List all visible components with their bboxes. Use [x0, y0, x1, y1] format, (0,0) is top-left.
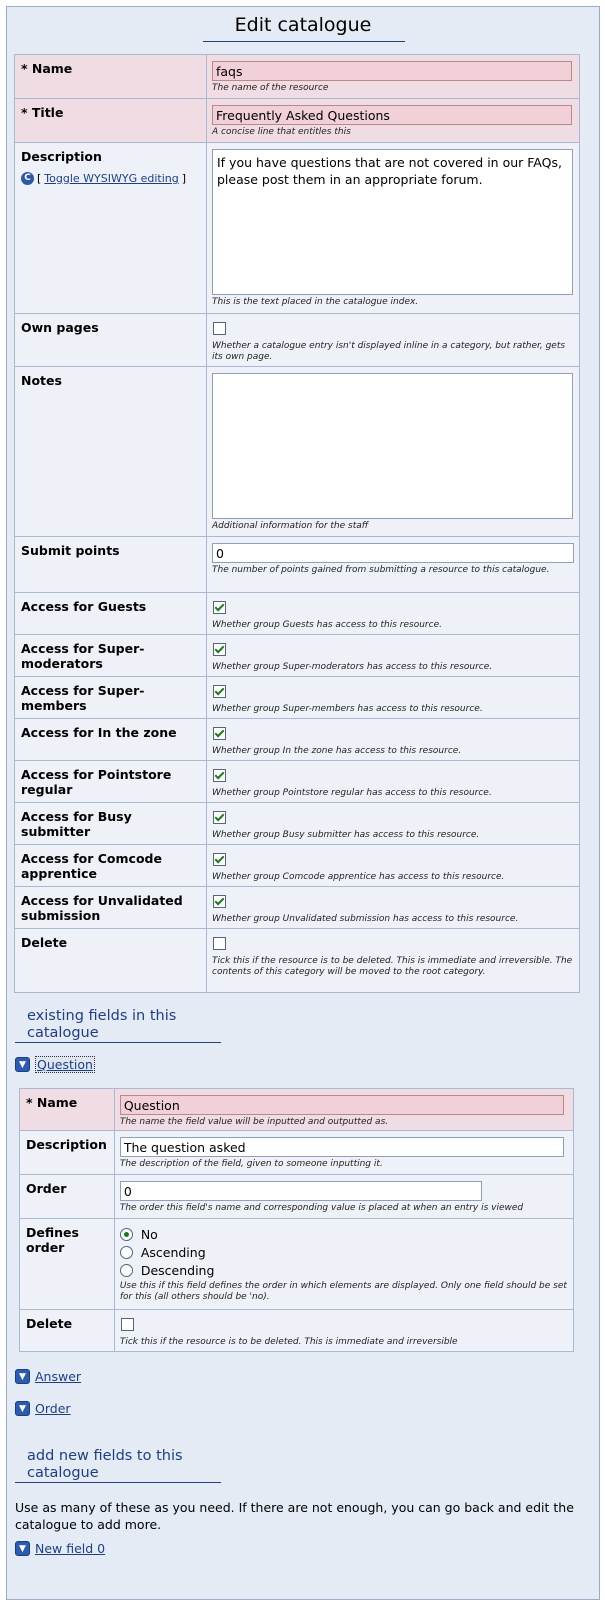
- radio-ascending[interactable]: Ascending: [119, 1243, 569, 1261]
- access-label: Access for Busy submitter: [14, 802, 207, 845]
- access-desc: Whether group Pointstore regular has acc…: [212, 788, 492, 798]
- toggle-wysiwyg-link[interactable]: Toggle WYSIWYG editing: [44, 172, 178, 185]
- notes-desc: Additional information for the staff: [212, 521, 369, 531]
- new-fields-rule: [15, 1482, 221, 1483]
- access-desc: Whether group Unvalidated submission has…: [212, 914, 519, 924]
- title-input[interactable]: [212, 105, 572, 125]
- access-label: Access for Comcode apprentice: [14, 844, 207, 887]
- notes-textarea[interactable]: [212, 373, 573, 519]
- own-pages-label: Own pages: [14, 313, 207, 367]
- field-order-label: Order: [19, 1174, 115, 1219]
- field-order-desc: The order this field's name and correspo…: [119, 1203, 524, 1213]
- field-description-input[interactable]: [119, 1137, 564, 1157]
- title-desc: A concise line that entitles this: [212, 127, 351, 137]
- access-desc: Whether group Comcode apprentice has acc…: [212, 872, 505, 882]
- name-label: * Name: [14, 54, 207, 99]
- access-label: Access for Unvalidated submission: [14, 886, 207, 929]
- order-link[interactable]: Order: [35, 1401, 71, 1416]
- access-label: Access for In the zone: [14, 718, 207, 761]
- page-title: Edit catalogue: [234, 14, 372, 36]
- access-desc: Whether group In the zone has access to …: [212, 746, 462, 756]
- field-name-label: * Name: [19, 1088, 115, 1131]
- delete-checkbox[interactable]: [213, 937, 226, 950]
- access-label: Access for Super-members: [14, 676, 207, 719]
- defines-order-label: Defines order: [19, 1218, 115, 1310]
- submit-points-label: Submit points: [14, 536, 207, 593]
- new-fields-note: Use as many of these as you need. If the…: [15, 1500, 574, 1532]
- submit-points-desc: The number of points gained from submitt…: [212, 565, 550, 575]
- answer-expander[interactable]: ▼ Answer: [15, 1369, 81, 1384]
- delete-label: Delete: [14, 928, 207, 993]
- catalogue-form: * Name The name of the resource * Title …: [14, 54, 580, 993]
- access-desc: Whether group Busy submitter has access …: [212, 830, 480, 840]
- existing-fields-heading: existing fields in this catalogue: [27, 1008, 177, 1041]
- field-description-label: Description: [19, 1130, 115, 1175]
- access-desc: Whether group Guests has access to this …: [212, 620, 442, 630]
- comcode-icon: C: [21, 172, 34, 185]
- access-desc: Whether group Super-moderators has acces…: [212, 662, 493, 672]
- radio-no[interactable]: No: [119, 1225, 569, 1243]
- access-checkbox[interactable]: [213, 685, 226, 698]
- new-field-link[interactable]: New field 0: [35, 1541, 105, 1556]
- access-desc: Whether group Super-members has access t…: [212, 704, 483, 714]
- answer-link[interactable]: Answer: [35, 1369, 81, 1384]
- new-field-expander[interactable]: ▼ New field 0: [15, 1541, 105, 1556]
- name-desc: The name of the resource: [212, 83, 329, 93]
- question-expander[interactable]: ▼ Question: [15, 1056, 95, 1073]
- access-checkbox[interactable]: [213, 853, 226, 866]
- existing-fields-rule: [15, 1042, 221, 1043]
- page-panel: Edit catalogue * Name The name of the re…: [6, 6, 600, 1600]
- field-delete-label: Delete: [19, 1309, 115, 1352]
- field-form: * Name The name the field value will be …: [19, 1088, 575, 1352]
- order-expander[interactable]: ▼ Order: [15, 1401, 71, 1416]
- description-desc: This is the text placed in the catalogue…: [212, 297, 419, 307]
- description-label: Description: [21, 149, 102, 164]
- radio-button[interactable]: [119, 1263, 133, 1277]
- question-link[interactable]: Question: [35, 1056, 95, 1073]
- radio-button[interactable]: [119, 1245, 133, 1259]
- field-delete-desc: Tick this if the resource is to be delet…: [119, 1337, 458, 1347]
- access-checkbox[interactable]: [213, 769, 226, 782]
- field-name-desc: The name the field value will be inputte…: [119, 1117, 389, 1127]
- field-delete-checkbox[interactable]: [120, 1318, 134, 1331]
- description-textarea[interactable]: If you have questions that are not cover…: [212, 149, 573, 295]
- field-order-input[interactable]: [119, 1181, 482, 1201]
- name-input[interactable]: [212, 61, 572, 81]
- access-checkbox[interactable]: [213, 601, 226, 614]
- notes-label: Notes: [14, 366, 207, 537]
- access-label: Access for Super-moderators: [14, 634, 207, 677]
- access-checkbox[interactable]: [213, 727, 226, 740]
- radio-button[interactable]: [119, 1227, 133, 1241]
- title-underline: [203, 41, 405, 42]
- delete-desc: Tick this if the resource is to be delet…: [212, 956, 573, 977]
- title-label: * Title: [14, 98, 207, 143]
- field-description-desc: The description of the field, given to s…: [119, 1159, 383, 1169]
- wysiwyg-toggle: C [ Toggle WYSIWYG editing ]: [21, 172, 200, 185]
- new-fields-heading: add new fields to this catalogue: [27, 1448, 183, 1481]
- access-checkbox[interactable]: [213, 895, 226, 908]
- own-pages-desc: Whether a catalogue entry isn't displaye…: [212, 341, 566, 362]
- radio-descending[interactable]: Descending: [119, 1261, 569, 1279]
- access-label: Access for Guests: [14, 592, 207, 635]
- access-checkbox[interactable]: [213, 643, 226, 656]
- expand-arrow-icon: ▼: [15, 1541, 30, 1556]
- field-name-input[interactable]: [119, 1095, 564, 1115]
- access-checkbox[interactable]: [213, 811, 226, 824]
- defines-order-desc: Use this if this field defines the order…: [119, 1281, 567, 1302]
- submit-points-input[interactable]: [212, 543, 574, 563]
- expand-arrow-icon: ▼: [15, 1401, 30, 1416]
- access-label: Access for Pointstore regular: [14, 760, 207, 803]
- own-pages-checkbox[interactable]: [213, 322, 226, 335]
- expand-arrow-icon: ▼: [15, 1369, 30, 1384]
- expand-arrow-icon: ▼: [15, 1057, 30, 1072]
